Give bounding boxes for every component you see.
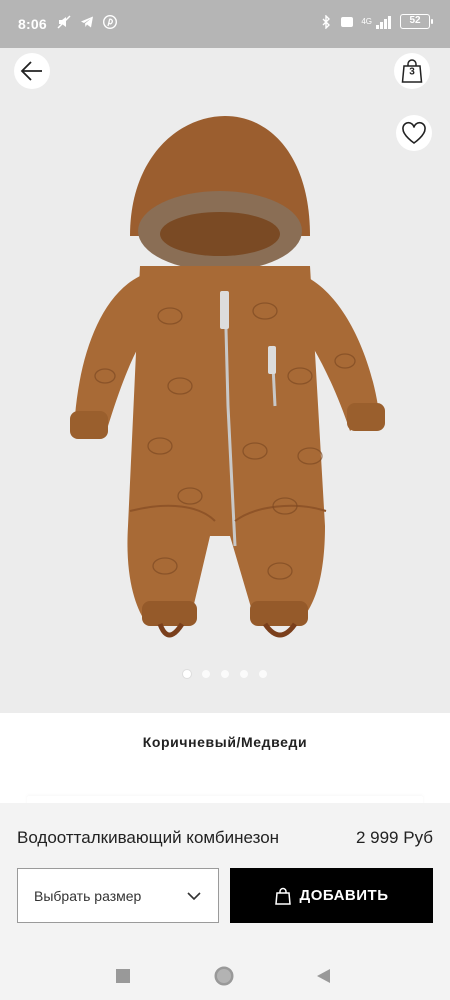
mute-icon	[57, 15, 71, 29]
color-name: Коричневый/Медведи	[142, 734, 308, 750]
add-to-bag-button[interactable]: ДОБАВИТЬ	[230, 868, 433, 923]
back-button[interactable]	[14, 53, 50, 89]
pagination-dot-5[interactable]	[259, 670, 267, 678]
signal-icon	[376, 15, 391, 29]
product-gallery[interactable]: 3	[0, 48, 450, 713]
volte-icon	[341, 16, 354, 27]
system-nav-bar	[0, 953, 450, 1000]
product-image[interactable]	[60, 106, 390, 646]
purchase-panel: Водоотталкивающий комбинезон 2 999 Руб В…	[0, 803, 450, 953]
bag-count-badge: 3	[409, 66, 415, 78]
size-select-placeholder: Выбрать размер	[34, 887, 142, 904]
back-arrow-icon	[20, 61, 42, 81]
chevron-down-icon	[187, 892, 201, 901]
image-pagination[interactable]	[0, 670, 450, 678]
circle-icon	[214, 966, 234, 986]
square-icon	[116, 969, 130, 983]
bluetooth-icon	[322, 14, 331, 29]
shopping-bag-icon	[274, 887, 291, 905]
status-system-icons: 4G 52	[319, 14, 433, 29]
product-name: Водоотталкивающий комбинезон	[17, 828, 280, 847]
size-select[interactable]: Выбрать размер	[17, 868, 219, 923]
telegram-icon	[81, 16, 93, 28]
battery-icon: 52	[400, 14, 433, 29]
shopping-bag-button[interactable]: 3	[394, 53, 430, 89]
network-type: 4G	[361, 17, 372, 26]
pagination-dot-1[interactable]	[183, 670, 191, 678]
triangle-back-icon	[317, 969, 330, 983]
back-nav-button[interactable]	[313, 965, 335, 987]
status-notification-icons	[57, 15, 117, 29]
pinterest-icon	[103, 15, 117, 29]
color-section: Коричневый/Медведи	[0, 713, 450, 806]
favorite-button[interactable]	[396, 115, 432, 151]
heart-icon	[402, 121, 426, 144]
pagination-dot-2[interactable]	[202, 670, 210, 678]
status-bar: 8:06 4G 52	[0, 0, 450, 48]
recents-button[interactable]	[112, 965, 134, 987]
status-time: 8:06	[18, 16, 47, 32]
home-button[interactable]	[213, 965, 235, 987]
pagination-dot-4[interactable]	[240, 670, 248, 678]
pagination-dot-3[interactable]	[221, 670, 229, 678]
product-price: 2 999 Руб	[355, 828, 433, 847]
add-to-bag-label: ДОБАВИТЬ	[299, 887, 389, 904]
battery-level: 52	[409, 15, 421, 26]
